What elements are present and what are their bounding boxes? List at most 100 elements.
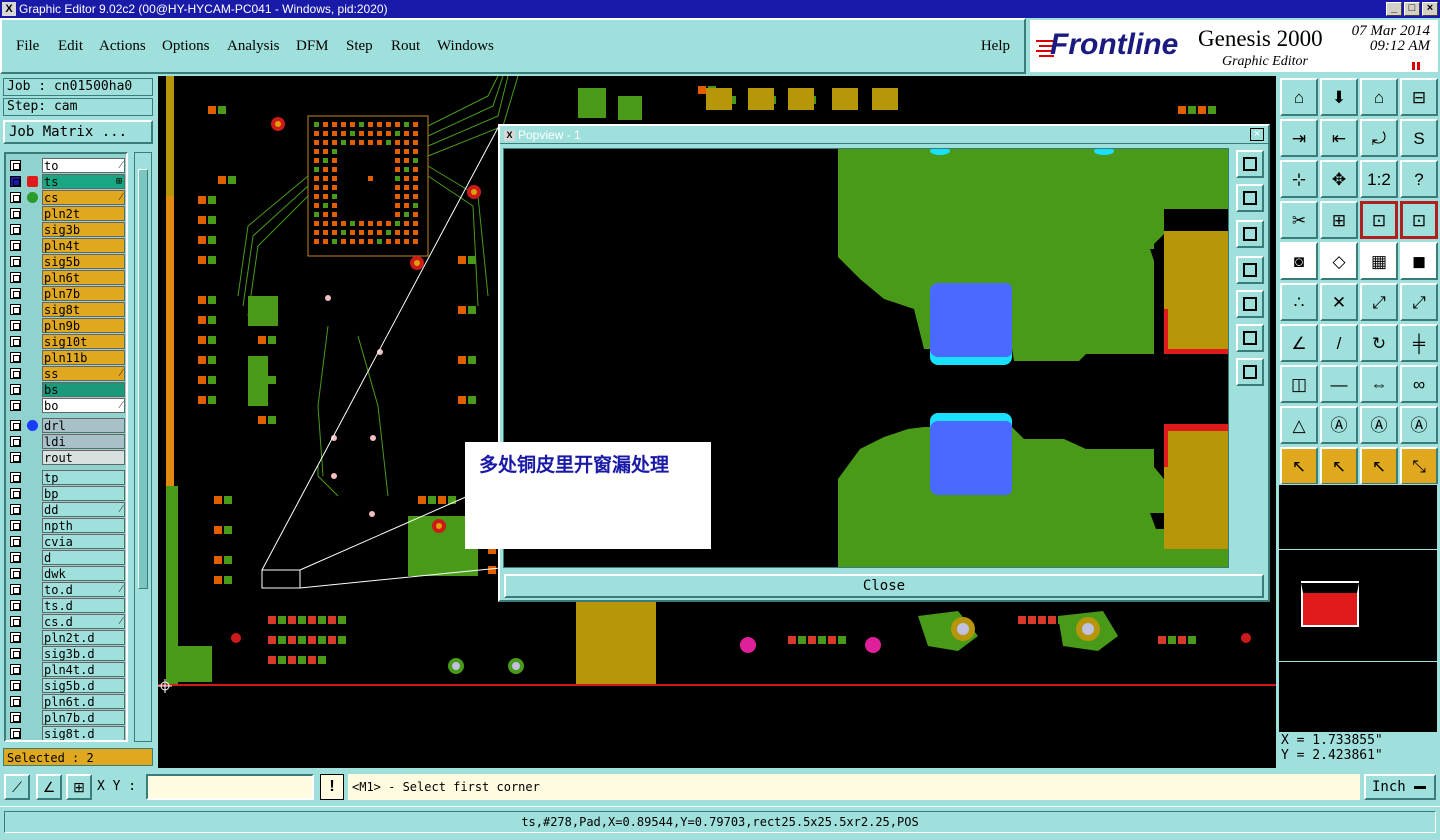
- layer-checkbox[interactable]: [10, 400, 21, 411]
- layer-name[interactable]: pln4t: [42, 238, 125, 253]
- tool-button[interactable]: ∴: [1280, 283, 1318, 321]
- layer-name[interactable]: pln7b.d: [42, 710, 125, 725]
- layer-name[interactable]: pln6t: [42, 270, 125, 285]
- menu-windows[interactable]: Windows: [437, 38, 494, 55]
- tool-button[interactable]: ∠: [1280, 324, 1318, 362]
- layer-checkbox[interactable]: [10, 368, 21, 379]
- layer-name[interactable]: pln6t.d: [42, 694, 125, 709]
- layer-row[interactable]: sig3b: [6, 222, 126, 237]
- tool-button[interactable]: ✂: [1280, 201, 1318, 239]
- layer-row[interactable]: dd ⁄: [6, 502, 126, 517]
- popview-zoom-out-button[interactable]: [1236, 220, 1264, 248]
- layer-row[interactable]: bo ⁄: [6, 398, 126, 413]
- layer-checkbox[interactable]: [10, 680, 21, 691]
- layer-checkbox[interactable]: [10, 648, 21, 659]
- tool-button[interactable]: ✕: [1320, 283, 1358, 321]
- layer-name[interactable]: sig5b.d: [42, 678, 125, 693]
- tool-button[interactable]: ◼: [1400, 242, 1438, 280]
- layer-name[interactable]: pln7b: [42, 286, 125, 301]
- layer-list-scrollbar[interactable]: [134, 152, 152, 742]
- tool-button[interactable]: ⇔: [1360, 365, 1398, 403]
- layer-name[interactable]: sig3b.d: [42, 646, 125, 661]
- layer-name[interactable]: d: [42, 550, 125, 565]
- layer-row[interactable]: bs: [6, 382, 126, 397]
- menu-options[interactable]: Options: [162, 38, 210, 55]
- layer-checkbox[interactable]: [10, 272, 21, 283]
- layer-row[interactable]: cvia: [6, 534, 126, 549]
- layer-checkbox[interactable]: [10, 320, 21, 331]
- layer-checkbox[interactable]: [10, 352, 21, 363]
- tool-button[interactable]: —: [1320, 365, 1358, 403]
- layer-row[interactable]: ldi: [6, 434, 126, 449]
- layer-row[interactable]: d: [6, 550, 126, 565]
- layer-row[interactable]: pln2t: [6, 206, 126, 221]
- layer-checkbox[interactable]: [10, 520, 21, 531]
- layer-checkbox[interactable]: [10, 664, 21, 675]
- popview-zoom-in-button[interactable]: [1236, 184, 1264, 212]
- layer-name[interactable]: bs: [42, 382, 125, 397]
- layer-row[interactable]: drl: [6, 418, 126, 433]
- layer-checkbox[interactable]: [10, 536, 21, 547]
- tool-button[interactable]: ↖: [1320, 447, 1358, 485]
- layer-row[interactable]: tp: [6, 470, 126, 485]
- layer-name[interactable]: pln2t: [42, 206, 125, 221]
- layer-checkbox[interactable]: [10, 600, 21, 611]
- layer-row[interactable]: pln4t: [6, 238, 126, 253]
- layer-checkbox[interactable]: [10, 712, 21, 723]
- maximize-button[interactable]: □: [1404, 2, 1420, 16]
- layer-row[interactable]: sig10t: [6, 334, 126, 349]
- grid-mode-button[interactable]: ⊞: [66, 774, 92, 800]
- layer-name[interactable]: cs.d ⁄: [42, 614, 125, 629]
- snap-mode-button[interactable]: ⟋: [4, 774, 30, 800]
- layer-checkbox[interactable]: [10, 504, 21, 515]
- layer-checkbox[interactable]: [10, 632, 21, 643]
- tool-button[interactable]: ⊟: [1400, 78, 1438, 116]
- layer-row[interactable]: ts ⊞: [6, 174, 126, 189]
- angle-mode-button[interactable]: ∠: [36, 774, 62, 800]
- layer-checkbox[interactable]: [10, 224, 21, 235]
- layer-row[interactable]: pln2t.d: [6, 630, 126, 645]
- layer-row[interactable]: pln4t.d: [6, 662, 126, 677]
- tool-button[interactable]: ⤢: [1360, 283, 1398, 321]
- layer-row[interactable]: npth: [6, 518, 126, 533]
- layer-row[interactable]: rout: [6, 450, 126, 465]
- tool-button[interactable]: /: [1320, 324, 1358, 362]
- layer-name[interactable]: dwk: [42, 566, 125, 581]
- layer-row[interactable]: pln7b.d: [6, 710, 126, 725]
- layer-checkbox[interactable]: [10, 336, 21, 347]
- popview-pan-right-button[interactable]: [1236, 290, 1264, 318]
- tool-button[interactable]: 1:2: [1360, 160, 1398, 198]
- layer-name[interactable]: cvia: [42, 534, 125, 549]
- tool-button[interactable]: ⇤: [1320, 119, 1358, 157]
- tool-button[interactable]: S: [1400, 119, 1438, 157]
- layer-name[interactable]: to ⁄: [42, 158, 125, 173]
- layer-name[interactable]: rout: [42, 450, 125, 465]
- layer-name[interactable]: pln11b: [42, 350, 125, 365]
- tool-button[interactable]: ✥: [1320, 160, 1358, 198]
- layer-checkbox[interactable]: [10, 436, 21, 447]
- layer-row[interactable]: ts.d: [6, 598, 126, 613]
- layer-row[interactable]: to.d ⁄: [6, 582, 126, 597]
- layer-name[interactable]: pln2t.d: [42, 630, 125, 645]
- layer-checkbox[interactable]: [10, 616, 21, 627]
- layer-name[interactable]: ts ⊞: [42, 174, 125, 189]
- popview-pan-left-button[interactable]: [1236, 256, 1264, 284]
- tool-button[interactable]: ◫: [1280, 365, 1318, 403]
- tool-button[interactable]: ⤾: [1360, 119, 1398, 157]
- tool-button[interactable]: ◙: [1280, 242, 1318, 280]
- overview-preview[interactable]: [1278, 484, 1439, 740]
- tool-button[interactable]: Ⓐ: [1320, 406, 1358, 444]
- layer-name[interactable]: tp: [42, 470, 125, 485]
- tool-button[interactable]: ⊞: [1320, 201, 1358, 239]
- tool-button[interactable]: ↖: [1360, 447, 1398, 485]
- layer-name[interactable]: sig8t.d: [42, 726, 125, 740]
- layer-checkbox[interactable]: [10, 696, 21, 707]
- popview-home-button[interactable]: [1236, 358, 1264, 386]
- layer-name[interactable]: sig10t: [42, 334, 125, 349]
- menu-dfm[interactable]: DFM: [296, 38, 329, 55]
- layer-name[interactable]: to.d ⁄: [42, 582, 125, 597]
- layer-checkbox[interactable]: [10, 728, 21, 739]
- menu-step[interactable]: Step: [346, 38, 373, 55]
- menu-edit[interactable]: Edit: [58, 38, 83, 55]
- tool-button[interactable]: Ⓐ: [1360, 406, 1398, 444]
